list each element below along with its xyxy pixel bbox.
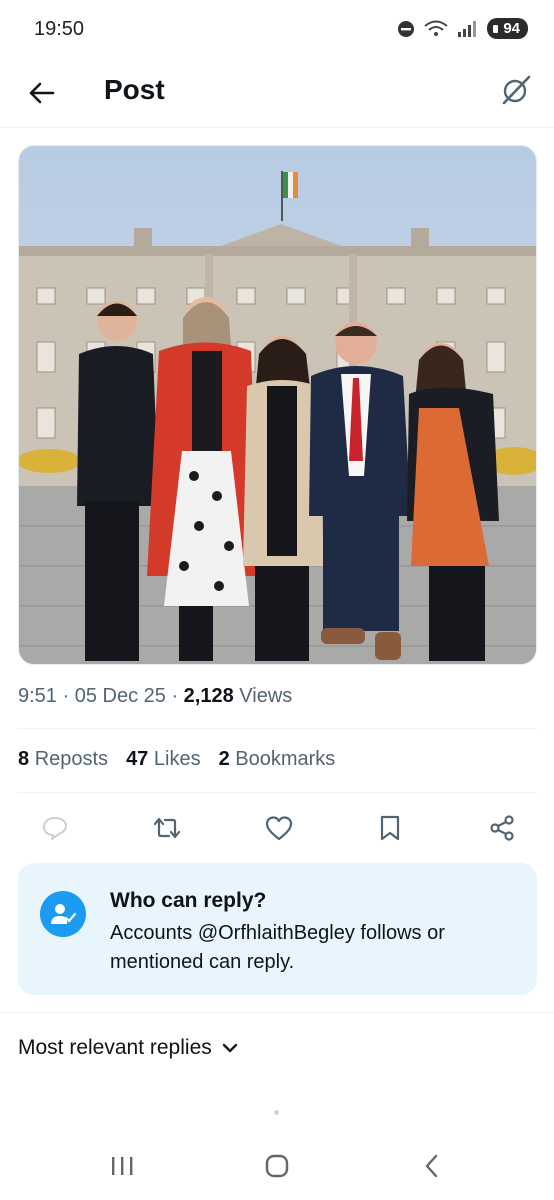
system-nav-bar [0, 1130, 554, 1200]
bookmark-button[interactable] [373, 811, 407, 845]
reposts-stat[interactable]: 8 Reposts [18, 748, 108, 771]
loading-dot [274, 1110, 279, 1115]
reply-restriction-title: Who can reply? [110, 889, 267, 912]
grok-icon [502, 75, 531, 105]
likes-label: Likes [153, 748, 201, 770]
repost-icon [153, 817, 180, 839]
share-button[interactable] [485, 811, 519, 845]
status-bar: 19:50 94 [0, 0, 554, 60]
home-icon [265, 1154, 289, 1178]
bookmark-icon [381, 815, 400, 841]
group-photo [19, 146, 536, 664]
do-not-disturb-icon [398, 20, 415, 37]
likes-count: 47 [126, 748, 149, 770]
post-time: 9:51 [18, 685, 57, 707]
arrow-left-icon [29, 82, 55, 104]
recent-apps-button[interactable] [100, 1144, 144, 1188]
bookmarks-count: 2 [218, 748, 230, 770]
post-timestamp: 9:51 · 05 Dec 25 · 2,128 Views [18, 685, 293, 707]
divider [0, 1012, 554, 1013]
divider [18, 728, 537, 729]
recent-apps-icon [112, 1157, 133, 1175]
reposts-label: Reposts [34, 748, 109, 770]
action-bar [18, 808, 537, 848]
repost-button[interactable] [150, 811, 184, 845]
share-icon [490, 815, 514, 841]
views-label: Views [239, 685, 293, 707]
engagement-stats: 8 Reposts 47 Likes 2 Bookmarks [18, 748, 335, 771]
post-date: 05 Dec 25 [74, 685, 166, 707]
replies-sort-dropdown[interactable]: Most relevant replies [18, 1036, 238, 1060]
grok-button[interactable] [496, 70, 536, 110]
reply-restriction-card: Who can reply? Accounts @OrfhlaithBegley… [18, 863, 537, 995]
reply-restriction-text: Accounts @OrfhlaithBegley follows or men… [110, 922, 445, 973]
heart-icon [265, 816, 292, 841]
wifi-icon [424, 20, 448, 36]
replies-sort-label: Most relevant replies [18, 1036, 212, 1059]
bookmarks-label: Bookmarks [235, 748, 336, 770]
status-icons: 94 [397, 18, 528, 39]
system-back-button[interactable] [410, 1144, 454, 1188]
back-button[interactable] [22, 74, 60, 112]
status-time: 19:50 [34, 18, 85, 40]
like-button[interactable] [262, 811, 296, 845]
chevron-left-icon [425, 1154, 438, 1178]
divider [18, 792, 537, 793]
reposts-count: 8 [18, 748, 30, 770]
post-image[interactable] [18, 145, 537, 665]
likes-stat[interactable]: 47 Likes [126, 748, 201, 771]
views-count: 2,128 [183, 685, 234, 707]
reply-button[interactable] [38, 811, 72, 845]
bookmarks-stat[interactable]: 2 Bookmarks [219, 748, 336, 771]
user-check-icon [51, 904, 76, 924]
page-title: Post [104, 74, 165, 105]
signal-icon [458, 20, 477, 37]
top-bar: Post [0, 60, 554, 128]
chevron-down-icon [222, 1043, 237, 1053]
reply-restriction-avatar [40, 891, 86, 937]
battery-indicator: 94 [487, 18, 528, 39]
comment-icon [43, 817, 67, 840]
home-button[interactable] [255, 1144, 299, 1188]
